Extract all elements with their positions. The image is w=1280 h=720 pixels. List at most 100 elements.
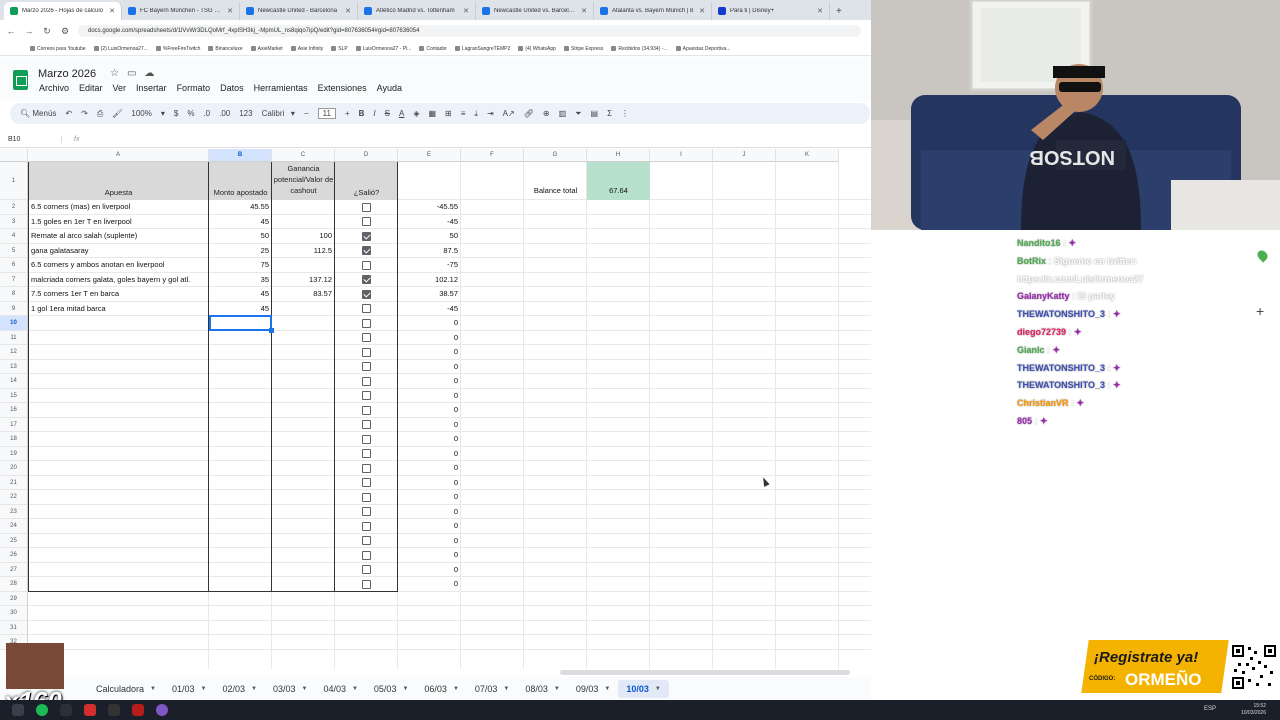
cell-potential-gain[interactable]: 137.12	[272, 273, 335, 287]
bookmark-item[interactable]: Stripe Express	[563, 46, 603, 52]
row-header[interactable]: 2	[0, 200, 28, 215]
close-icon[interactable]: ✕	[463, 7, 469, 15]
row-header[interactable]: 14	[0, 374, 28, 389]
chevron-down-icon[interactable]: ▼	[201, 686, 207, 692]
column-header[interactable]: I	[650, 149, 713, 162]
menu-item[interactable]: Datos	[220, 83, 244, 93]
strikethrough-button[interactable]: S	[385, 109, 390, 118]
cell-bet[interactable]: 1 gol 1era mitad barca	[31, 302, 208, 316]
column-header[interactable]: A	[28, 149, 209, 162]
chevron-down-icon[interactable]: ▼	[503, 686, 509, 692]
row-header[interactable]: 12	[0, 345, 28, 360]
browser-tab[interactable]: Newcastle United - Barcelona ✕	[240, 2, 358, 20]
undo-icon[interactable]: ↶	[65, 109, 72, 118]
browser-icon[interactable]	[156, 704, 168, 716]
more-tools-icon[interactable]: ⋮	[621, 109, 629, 118]
filter-views-icon[interactable]: ▤	[591, 109, 599, 118]
cell-potential-gain[interactable]: 100	[272, 229, 335, 243]
close-icon[interactable]: ✕	[109, 7, 115, 15]
bookmark-item[interactable]: SLP	[331, 46, 348, 52]
cell-bet[interactable]: Remate al arco salah (suplente)	[31, 229, 208, 243]
result-checkbox[interactable]	[362, 565, 371, 574]
bookmark-item[interactable]: Correos para Youtube	[30, 46, 86, 52]
text-color-button[interactable]: A	[399, 109, 404, 118]
cell-bet[interactable]: 6.5 corners (mas) en liverpool	[31, 200, 208, 214]
move-folder-icon[interactable]: ▭	[127, 68, 136, 79]
fill-handle[interactable]	[269, 327, 274, 333]
name-box[interactable]: B10	[0, 136, 62, 143]
insert-link-icon[interactable]: 🔗︎	[524, 109, 534, 118]
chevron-down-icon[interactable]: ▼	[352, 686, 358, 692]
borders-icon[interactable]: ▦	[428, 109, 436, 118]
row-header[interactable]: 15	[0, 388, 28, 403]
bookmark-item[interactable]: Axie Infinity	[290, 46, 323, 52]
insert-comment-icon[interactable]: ⊕	[543, 109, 550, 118]
zoom-select[interactable]: 100%	[131, 109, 151, 118]
column-header[interactable]: D	[335, 149, 398, 162]
result-checkbox[interactable]	[362, 260, 371, 270]
row-header[interactable]: 3	[0, 214, 28, 229]
sheet-tab[interactable]: 08/03 ▼	[517, 680, 567, 698]
column-header[interactable]: J	[713, 149, 776, 162]
cell-potential-gain[interactable]: 83.57	[272, 287, 335, 301]
result-checkbox[interactable]	[362, 275, 371, 284]
result-checkbox[interactable]	[362, 333, 371, 342]
row-header[interactable]: 17	[0, 417, 28, 432]
chevron-down-icon[interactable]: ▼	[251, 686, 257, 692]
result-checkbox[interactable]	[362, 434, 371, 444]
result-checkbox[interactable]	[362, 478, 371, 487]
currency-format-button[interactable]: $	[174, 109, 178, 118]
result-checkbox[interactable]	[362, 304, 371, 313]
font-select[interactable]: Calibri ▾	[262, 109, 295, 118]
row-header[interactable]: 24	[0, 519, 28, 534]
close-icon[interactable]: ✕	[817, 7, 823, 15]
cell-amount[interactable]: 75	[209, 258, 272, 272]
new-tab-icon[interactable]: +	[830, 2, 848, 20]
row-header[interactable]: 23	[0, 504, 28, 519]
result-checkbox[interactable]	[362, 231, 371, 241]
row-header[interactable]: 4	[0, 229, 28, 244]
print-icon[interactable]: ⎙	[97, 109, 103, 119]
result-checkbox[interactable]	[362, 362, 371, 371]
sheet-tab[interactable]: 07/03 ▼	[467, 680, 517, 698]
result-checkbox[interactable]	[362, 463, 371, 473]
sheet-tab[interactable]: Calculadora ▼	[88, 680, 164, 698]
bookmark-item[interactable]: %FreeFireTwitch	[155, 46, 200, 52]
result-checkbox[interactable]	[362, 289, 371, 299]
sheet-tab[interactable]: 01/03 ▼	[164, 680, 214, 698]
row-header[interactable]: 27	[0, 562, 28, 577]
column-header[interactable]: B	[209, 149, 272, 162]
more-formats-button[interactable]: 123	[239, 109, 252, 118]
obs-icon[interactable]	[108, 704, 120, 716]
column-header[interactable]: G	[524, 149, 587, 162]
back-icon[interactable]: ←	[6, 26, 16, 36]
column-header[interactable]: K	[776, 149, 839, 162]
result-checkbox[interactable]	[362, 318, 371, 328]
bold-button[interactable]: B	[359, 109, 365, 118]
cloud-status-icon[interactable]: ☁	[144, 68, 154, 79]
cell-amount[interactable]: 45	[209, 287, 272, 301]
chevron-down-icon[interactable]: ▼	[554, 686, 560, 692]
result-checkbox[interactable]	[362, 521, 371, 531]
sheet-tab[interactable]: 02/03 ▼	[214, 680, 264, 698]
row-header[interactable]: 1	[0, 162, 28, 200]
close-icon[interactable]: ✕	[227, 7, 233, 15]
star-icon[interactable]: ☆	[110, 68, 119, 79]
result-checkbox[interactable]	[362, 579, 371, 589]
spreadsheet-grid[interactable]: A B C D E F G H I J K 1 2 3 4 5 6 7 8 9 10 11 12 13 14 15 16 17 18 19…	[0, 149, 871, 669]
result-checkbox[interactable]	[362, 492, 371, 502]
row-header[interactable]: 18	[0, 432, 28, 447]
result-checkbox[interactable]	[362, 405, 371, 415]
row-header[interactable]: 8	[0, 287, 28, 302]
italic-button[interactable]: I	[373, 109, 375, 118]
font-size-field[interactable]: 11	[317, 108, 336, 119]
add-icon[interactable]: +	[1256, 303, 1264, 319]
reload-icon[interactable]: ↻	[42, 26, 52, 37]
selected-cell[interactable]	[209, 315, 272, 331]
sheet-tab[interactable]: 03/03 ▼	[265, 680, 315, 698]
align-horizontal-icon[interactable]: ≡	[461, 109, 466, 118]
chevron-down-icon[interactable]: ▼	[301, 686, 307, 692]
cell-potential-gain[interactable]: 112.5	[272, 244, 335, 258]
horizontal-scrollbar[interactable]	[560, 670, 850, 675]
bookmark-item[interactable]: Binanceluxe	[208, 46, 243, 52]
